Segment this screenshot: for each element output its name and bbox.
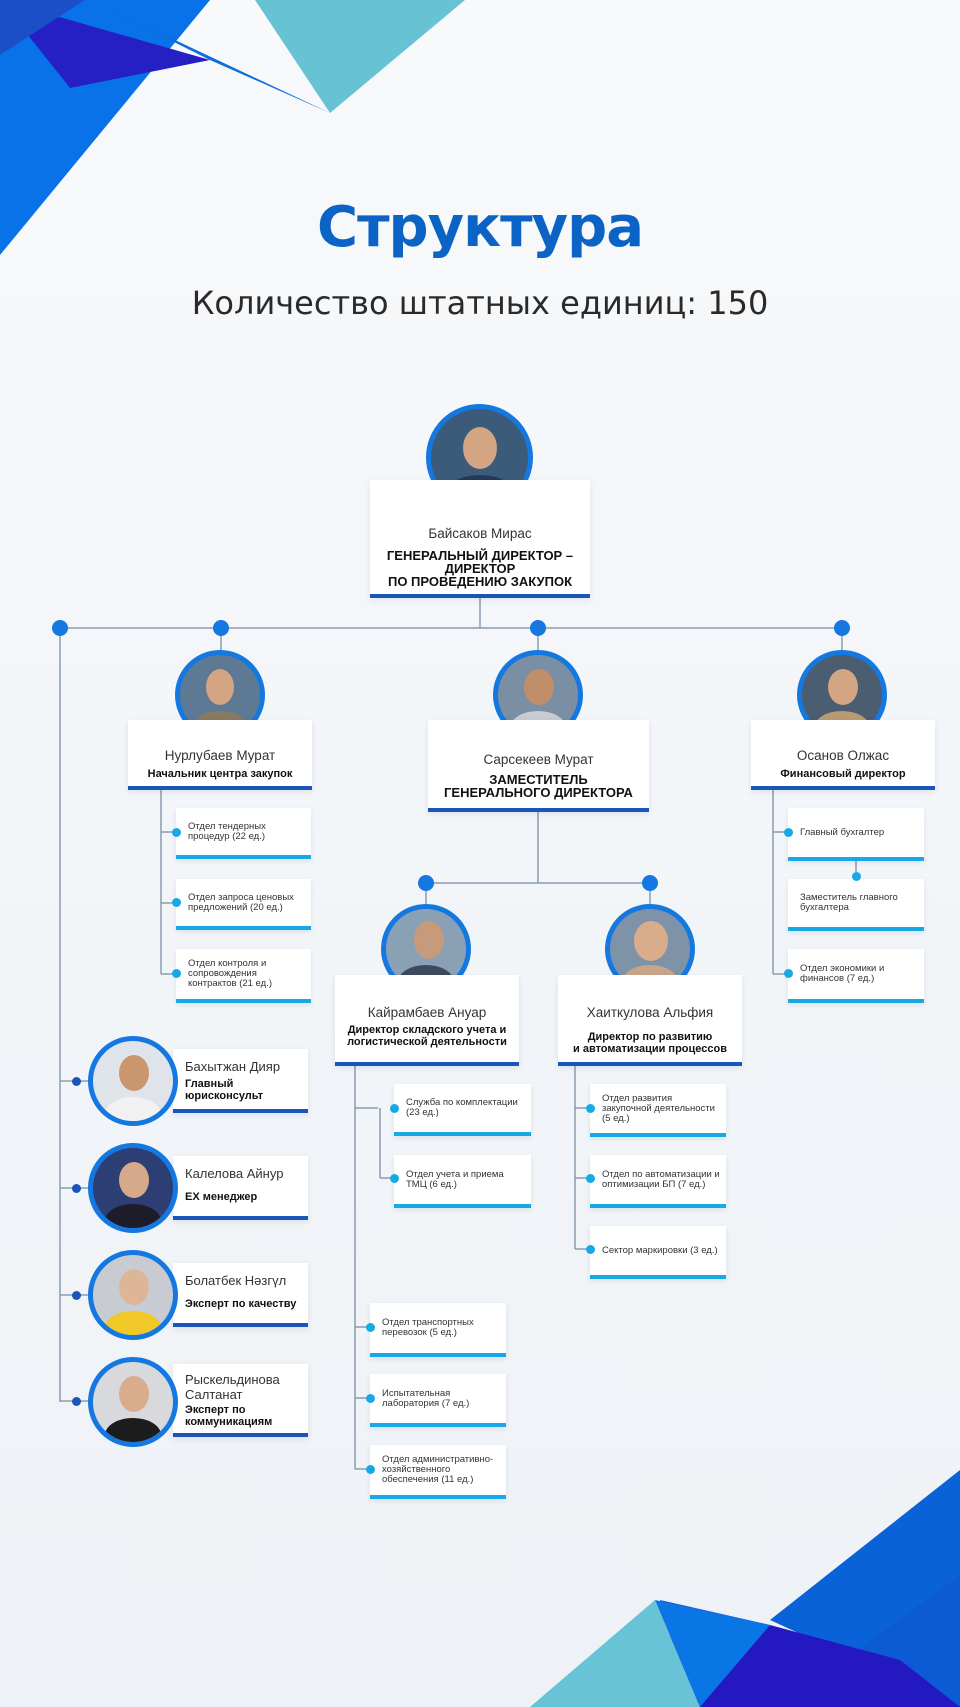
avatar xyxy=(88,1250,178,1340)
department-box: Отдел запроса ценовых предложений (20 ед… xyxy=(176,879,311,930)
avatar xyxy=(88,1143,178,1233)
department-box: Отдел учета и приема ТМЦ (6 ед.) xyxy=(394,1155,531,1208)
department-box: Испытательная лаборатория (7 ед.) xyxy=(370,1374,506,1427)
ceo-name: Байсаков Мирас xyxy=(428,526,532,541)
connector-dot xyxy=(390,1174,399,1183)
staff-name: Рыскельдинова Салтанат xyxy=(185,1372,280,1402)
connector-node xyxy=(52,620,68,636)
ceo-card: Байсаков Мирас ГЕНЕРАЛЬНЫЙ ДИРЕКТОР – ДИ… xyxy=(370,480,590,598)
staff-role: Эксперт по коммуникациям xyxy=(185,1404,273,1428)
department-box: Заместитель главного бухгалтера xyxy=(788,879,924,931)
connector-dot xyxy=(172,898,181,907)
connector-dot xyxy=(852,872,861,881)
connector-dot xyxy=(586,1104,595,1113)
staff-name: Калелова Айнур xyxy=(185,1166,284,1181)
staff-name: Бахытжан Дияр xyxy=(185,1059,281,1074)
procurement-head-name: Нурлубаев Мурат xyxy=(164,748,276,763)
connector-node xyxy=(213,620,229,636)
department-box: Сектор маркировки (3 ед.) xyxy=(590,1226,726,1279)
staff-role: Главный юрисконсульт xyxy=(185,1078,263,1102)
connector-dot xyxy=(72,1291,81,1300)
avatar xyxy=(88,1357,178,1447)
department-box: Отдел контроля и сопровождения контракто… xyxy=(176,949,311,1003)
connector-dot xyxy=(72,1397,81,1406)
staff-count: Количество штатных единиц: 150 xyxy=(191,284,769,322)
staff-role: EX менеджер xyxy=(185,1191,258,1203)
department-box: Отдел административно-хозяйственного обе… xyxy=(370,1445,506,1499)
procurement-head-role: Начальник центра закупок xyxy=(147,768,293,780)
connector-dot xyxy=(586,1174,595,1183)
procurement-head-card: Нурлубаев Мурат Начальник центра закупок xyxy=(128,720,312,790)
staff-card: Рыскельдинова Салтанат Эксперт по коммун… xyxy=(173,1364,308,1437)
connector-dot xyxy=(366,1465,375,1474)
deputy-name: Сарсекеев Мурат xyxy=(483,752,594,767)
connector-node xyxy=(418,875,434,891)
development-director-card: Хаиткулова Альфия Директор по развитию и… xyxy=(558,975,742,1066)
connector-dot xyxy=(390,1104,399,1113)
development-director-role-line: Директор по развитию xyxy=(587,1031,713,1043)
connector-dot xyxy=(72,1184,81,1193)
staff-role: Эксперт по качеству xyxy=(185,1298,297,1310)
finance-director-name: Осанов Олжас xyxy=(796,748,890,763)
staff-card: Калелова Айнур EX менеджер xyxy=(173,1156,308,1220)
staff-card: Болатбек Нәзгүл Эксперт по качеству xyxy=(173,1263,308,1327)
finance-director-role: Финансовый директор xyxy=(780,768,906,780)
connector-node xyxy=(530,620,546,636)
connector-dot xyxy=(72,1077,81,1086)
connector-dot xyxy=(172,969,181,978)
connector-dot xyxy=(784,828,793,837)
connector-node xyxy=(642,875,658,891)
connector-dot xyxy=(366,1323,375,1332)
connector-dot xyxy=(586,1245,595,1254)
department-box: Отдел тендерных процедур (22 ед.) xyxy=(176,808,311,859)
connector-dot xyxy=(784,969,793,978)
warehouse-director-role: Директор складского учета и логистическо… xyxy=(347,1024,507,1048)
warehouse-director-name: Кайрамбаев Ануар xyxy=(367,1005,487,1020)
department-box: Отдел развития закупочной деятельности (… xyxy=(590,1084,726,1137)
department-box: Отдел транспортных перевозок (5 ед.) xyxy=(370,1303,506,1357)
warehouse-director-card: Кайрамбаев Ануар Директор складского уче… xyxy=(335,975,519,1066)
connector-dot xyxy=(172,828,181,837)
department-box: Служба по комплектации (23 ед.) xyxy=(394,1084,531,1136)
avatar xyxy=(88,1036,178,1126)
finance-director-card: Осанов Олжас Финансовый директор xyxy=(751,720,935,790)
connector-node xyxy=(834,620,850,636)
page-title: Структура xyxy=(317,195,644,260)
deputy-role-line: ГЕНЕРАЛЬНОГО ДИРЕКТОРА xyxy=(444,785,633,800)
staff-name: Болатбек Нәзгүл xyxy=(185,1273,287,1288)
staff-card: Бахытжан Дияр Главный юрисконсульт xyxy=(173,1049,308,1113)
development-director-name: Хаиткулова Альфия xyxy=(586,1005,714,1020)
connector-dot xyxy=(366,1394,375,1403)
department-box: Отдел по автоматизации и оптимизации БП … xyxy=(590,1155,726,1208)
department-box: Главный бухгалтер xyxy=(788,808,924,861)
ceo-role-line: ПО ПРОВЕДЕНИЮ ЗАКУПОК xyxy=(387,574,573,589)
deputy-card: Сарсекеев Мурат ЗАМЕСТИТЕЛЬ ГЕНЕРАЛЬНОГО… xyxy=(428,720,649,812)
development-director-role-line: и автоматизации процессов xyxy=(573,1042,727,1055)
department-box: Отдел экономики и финансов (7 ед.) xyxy=(788,949,924,1003)
